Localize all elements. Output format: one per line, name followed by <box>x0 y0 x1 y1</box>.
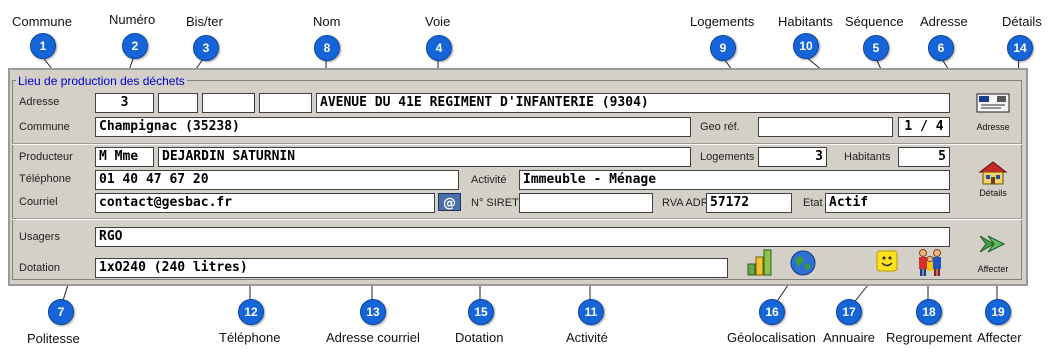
commune-field[interactable]: Champignac (35238) <box>95 117 691 137</box>
label-telephone: Téléphone <box>219 330 281 345</box>
activite-label: Activité <box>471 174 507 186</box>
regroupement-button[interactable] <box>915 247 945 277</box>
statistics-button[interactable] <box>745 247 775 277</box>
badge-7: 7 <box>48 299 74 325</box>
usagers-label: Usagers <box>19 231 60 243</box>
dotation-field[interactable]: 1xO240 (240 litres) <box>95 258 728 278</box>
label-dotation: Dotation <box>455 330 504 345</box>
badge-16: 16 <box>759 299 785 325</box>
details-button[interactable]: Détails <box>970 160 1016 202</box>
label-sequence: Séquence <box>845 14 904 29</box>
badge-17: 17 <box>836 299 862 325</box>
address-card-icon <box>976 93 1010 113</box>
dotation-label: Dotation <box>19 262 60 274</box>
badge-14: 14 <box>1007 35 1033 61</box>
geo-ref-label: Geo réf. <box>700 121 740 133</box>
separator-1 <box>12 143 1022 145</box>
etat-label: Etat <box>803 197 823 209</box>
arrow-right-icon <box>979 235 1006 253</box>
bar-chart-icon <box>747 249 772 276</box>
siret-label: N° SIRET <box>471 197 519 209</box>
badge-11: 11 <box>578 299 604 325</box>
badge-2: 2 <box>122 33 148 59</box>
politesse-field[interactable]: M Mme <box>95 147 154 167</box>
voie-field[interactable]: AVENUE DU 41E REGIMENT D'INFANTERIE (930… <box>316 93 950 113</box>
logements-field[interactable]: 3 <box>758 147 827 167</box>
label-regroupement: Regroupement <box>886 330 972 345</box>
commune-label: Commune <box>19 121 70 133</box>
badge-12: 12 <box>238 299 264 325</box>
bis-field[interactable] <box>158 93 198 113</box>
label-numero: Numéro <box>109 12 156 27</box>
usagers-field[interactable]: RGO <box>95 227 950 247</box>
badge-5: 5 <box>863 35 889 61</box>
affecter-button[interactable]: Affecter <box>970 230 1016 276</box>
adresse-button-label: Adresse <box>976 122 1010 132</box>
adresse-button[interactable]: Adresse <box>970 92 1016 134</box>
activite-field[interactable]: Immeuble - Ménage <box>519 170 950 190</box>
badge-4: 4 <box>426 35 452 61</box>
badge-10: 10 <box>793 33 819 59</box>
courriel-label: Courriel <box>19 196 58 208</box>
label-bister: Bis/ter <box>186 14 223 29</box>
label-adresse-courriel: Adresse courriel <box>326 330 420 345</box>
affecter-button-label: Affecter <box>977 264 1009 274</box>
label-nom: Nom <box>313 14 341 29</box>
logements-label: Logements <box>700 151 755 163</box>
details-button-label: Détails <box>979 188 1007 198</box>
producteur-label: Producteur <box>19 151 73 163</box>
badge-13: 13 <box>360 299 386 325</box>
label-politesse: Politesse <box>27 331 80 346</box>
badge-9: 9 <box>710 35 736 61</box>
at-sign-icon: @ <box>443 196 456 210</box>
telephone-field[interactable]: 01 40 47 67 20 <box>95 170 459 190</box>
label-logements: Logements <box>690 14 755 29</box>
badge-1: 1 <box>30 33 56 59</box>
label-geolocalisation: Géolocalisation <box>727 330 816 345</box>
habitants-label: Habitants <box>844 151 891 163</box>
numero-field[interactable]: 3 <box>95 93 154 113</box>
label-commune: Commune <box>12 14 72 29</box>
badge-15: 15 <box>468 299 494 325</box>
house-icon <box>978 161 1008 185</box>
label-activite: Activité <box>566 330 608 345</box>
geo-ref-field[interactable] <box>758 117 893 137</box>
habitants-field[interactable]: 5 <box>898 147 950 167</box>
annuaire-button[interactable] <box>876 250 898 272</box>
people-group-icon <box>919 249 941 276</box>
smiley-icon <box>876 250 898 272</box>
adresse-label: Adresse <box>19 96 60 108</box>
svg-text:@: @ <box>443 196 456 210</box>
rva-adr-field[interactable]: 57172 <box>706 193 792 213</box>
rva-adr-label: RVA ADR <box>662 197 709 209</box>
badge-18: 18 <box>916 299 942 325</box>
extra2-field[interactable] <box>259 93 312 113</box>
nom-field[interactable]: DEJARDIN SATURNIN <box>158 147 691 167</box>
telephone-label: Téléphone <box>19 173 71 185</box>
label-annuaire: Annuaire <box>823 330 876 345</box>
badge-6: 6 <box>928 35 954 61</box>
group-title: Lieu de production des déchets <box>16 74 187 88</box>
badge-3: 3 <box>193 35 219 61</box>
badge-8: 8 <box>314 35 340 61</box>
sequence-field[interactable]: 1 / 4 <box>898 117 950 137</box>
etat-field[interactable]: Actif <box>825 193 950 213</box>
label-adresse: Adresse <box>920 14 968 29</box>
geolocalisation-button[interactable] <box>789 249 817 277</box>
extra1-field[interactable] <box>202 93 255 113</box>
siret-field[interactable] <box>519 193 653 213</box>
label-affecter: Affecter <box>977 330 1022 345</box>
label-habitants: Habitants <box>778 14 833 29</box>
label-voie: Voie <box>425 14 451 29</box>
email-button[interactable]: @ <box>438 193 461 211</box>
label-details: Détails <box>1002 14 1042 29</box>
courriel-field[interactable]: contact@gesbac.fr <box>95 193 435 213</box>
globe-icon <box>790 250 816 276</box>
separator-2 <box>12 218 1022 220</box>
badge-19: 19 <box>985 299 1011 325</box>
